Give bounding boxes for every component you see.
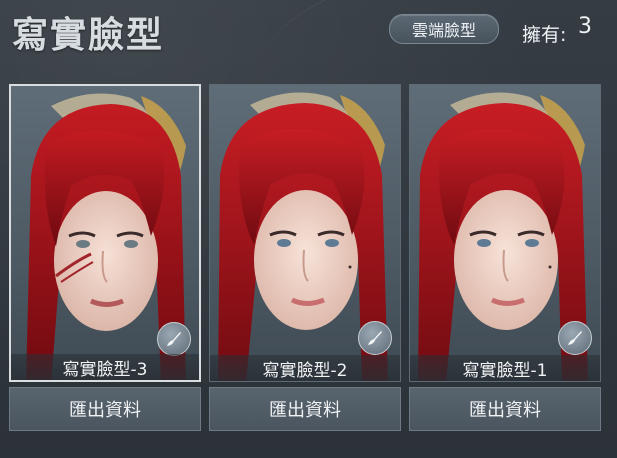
owned-count: 3 — [578, 14, 592, 39]
card-label: 寫實臉型-1 — [410, 355, 600, 381]
brush-icon[interactable] — [157, 322, 191, 356]
card-label: 寫實臉型-2 — [210, 355, 400, 381]
brush-icon[interactable] — [558, 321, 592, 355]
face-card[interactable]: 寫實臉型-2 — [209, 84, 401, 382]
card-label: 寫實臉型-3 — [11, 354, 199, 380]
page-title: 寫實臉型 — [12, 15, 165, 56]
owned-label: 擁有: — [522, 24, 567, 46]
export-button[interactable]: 匯出資料 — [409, 387, 601, 431]
brush-icon[interactable] — [358, 321, 392, 355]
export-button[interactable]: 匯出資料 — [9, 387, 201, 431]
face-card[interactable]: 寫實臉型-3 — [9, 84, 201, 382]
export-button[interactable]: 匯出資料 — [209, 387, 401, 431]
face-card[interactable]: 寫實臉型-1 — [409, 84, 601, 382]
cloud-face-button[interactable]: 雲端臉型 — [389, 14, 499, 44]
